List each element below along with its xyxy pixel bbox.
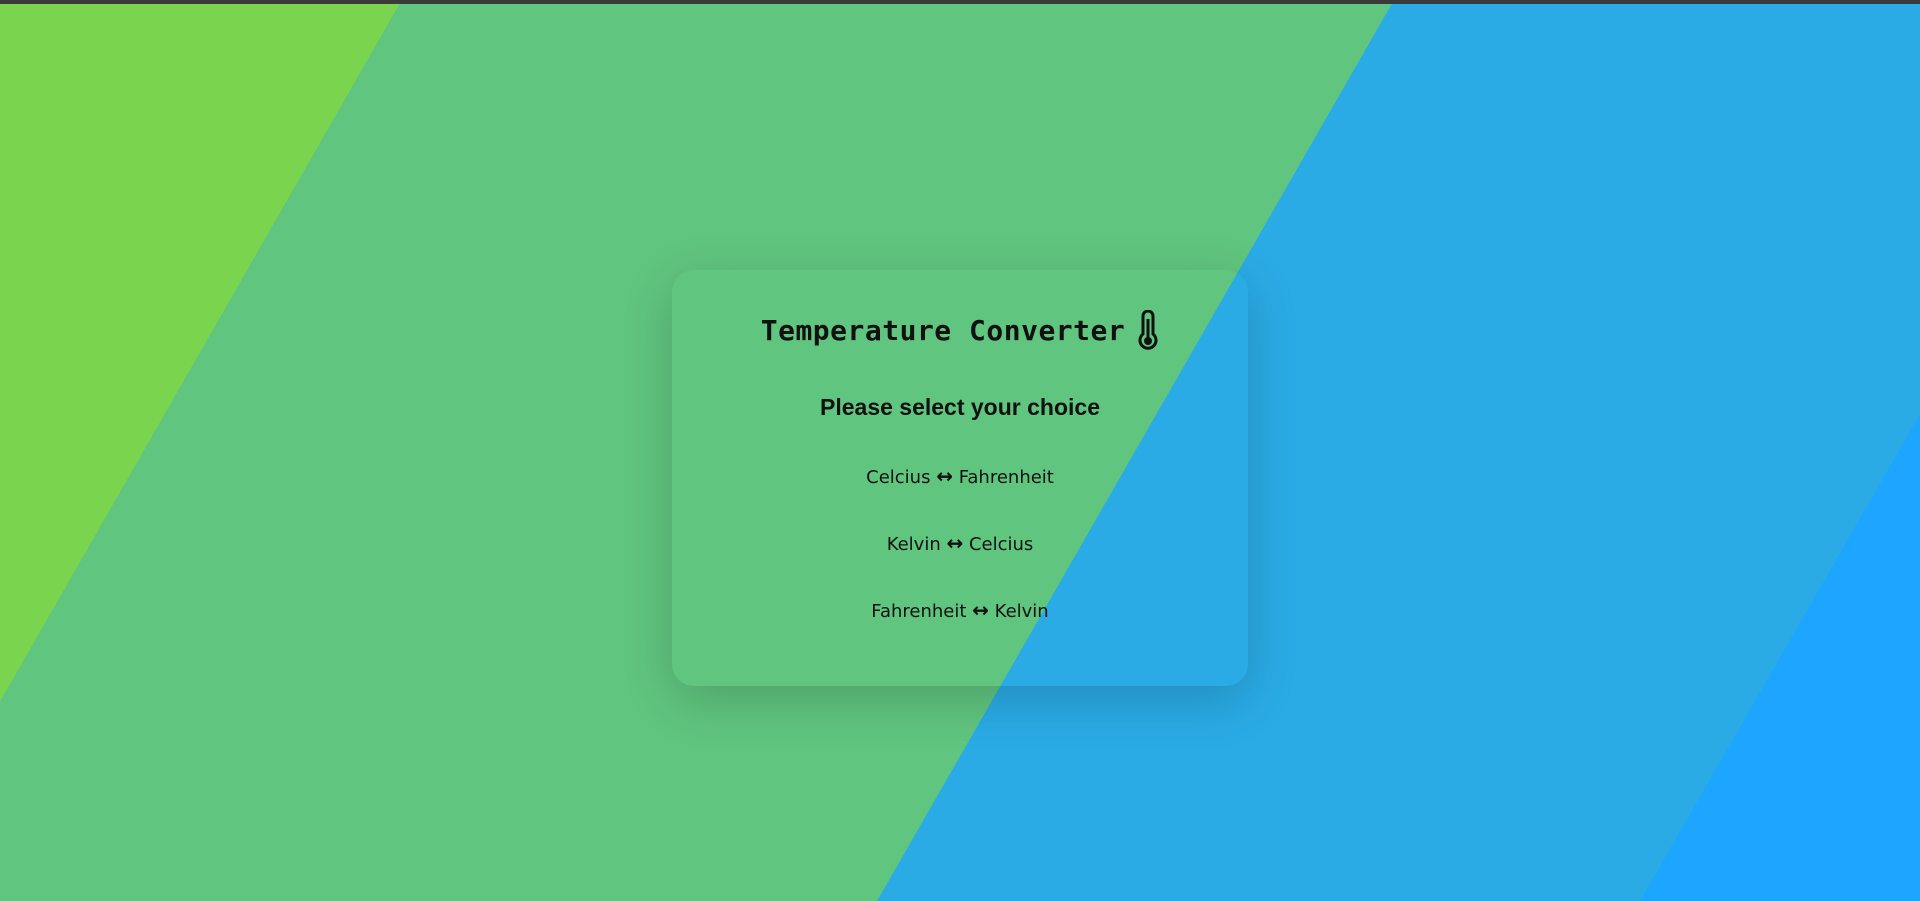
converter-card: Temperature Converter Please select your… [672,270,1248,686]
bidirectional-arrow-icon: ↔ [936,464,953,488]
choice-fahrenheit-kelvin[interactable]: Fahrenheit ↔ Kelvin [672,598,1248,622]
choice-to: Celcius [968,534,1034,555]
bidirectional-arrow-icon: ↔ [972,598,989,622]
page: Temperature Converter Please select your… [0,0,1920,901]
choice-from: Celcius [866,467,931,488]
thermometer-icon [1137,309,1159,350]
choice-prompt: Please select your choice [820,394,1100,420]
title-row: Temperature Converter [672,309,1248,350]
bidirectional-arrow-icon: ↔ [946,531,964,555]
choice-to: Fahrenheit [958,467,1054,488]
browser-top-strip [0,0,1920,4]
choice-from: Fahrenheit [871,601,967,622]
choice-celcius-fahrenheit[interactable]: Celcius ↔ Fahrenheit [672,464,1248,488]
page-title: Temperature Converter [760,313,1126,347]
choice-kelvin-celcius[interactable]: Kelvin ↔ Celcius [672,531,1248,555]
choice-from: Kelvin [886,534,941,555]
choice-to: Kelvin [994,601,1049,622]
